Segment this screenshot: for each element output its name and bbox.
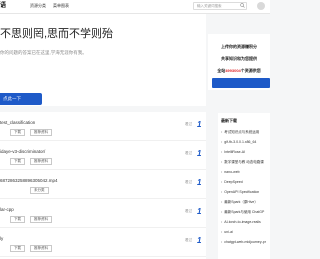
tag-recommended[interactable]: 推荐资料: [30, 216, 52, 223]
nav-item-menu-chart[interactable]: 菜单图表: [53, 3, 69, 9]
list-item-count: 1: [197, 207, 202, 216]
list-item-view-label: 看过: [185, 238, 192, 242]
list-item-count: 1: [197, 236, 202, 245]
upload-promo-box: 上传你的资源赚积分 共享知识和为您提供 全站4993004个资源供您: [208, 34, 270, 90]
list-item-title[interactable]: ly: [0, 236, 3, 241]
latest-item[interactable]: 最新Spark（原Hive）: [221, 200, 258, 205]
list-item-title[interactable]: 6872863258896305042.mp4: [0, 178, 58, 183]
search-icon[interactable]: [240, 3, 245, 8]
list-item-view-label: 看过: [185, 209, 192, 213]
list-item-title[interactable]: lar-cpp: [0, 207, 14, 212]
promo-count: 4993004: [225, 68, 241, 73]
list-item-count: 1: [197, 178, 202, 187]
latest-item[interactable]: IntelliRose-AI: [221, 150, 245, 154]
list-item[interactable]: ly 下载 推荐资料 看过 1: [0, 228, 206, 257]
latest-downloads-panel: 最新下载 考试知识点与系统运用 gif-fb-3.0.0.1.x86_64 In…: [218, 113, 270, 259]
tag-download[interactable]: 下载: [10, 158, 25, 165]
list-item[interactable]: 6872863258896305042.mp4 未分类 看过 1: [0, 170, 206, 199]
latest-item[interactable]: 最新Spark与使用 ChatGP: [221, 210, 264, 215]
tag-recommended[interactable]: 推荐资料: [30, 129, 52, 136]
list-item[interactable]: test_classification 下载 推荐资料 看过 1: [0, 112, 206, 141]
promo-suffix: 个资源供您: [240, 68, 261, 73]
latest-item[interactable]: chatgpt-web-midjourney-pr: [221, 240, 266, 244]
tag-download[interactable]: 下载: [10, 216, 25, 223]
tag-recommended[interactable]: 推荐资料: [30, 245, 52, 252]
latest-item[interactable]: 数字课堂与教 动态电路课: [221, 160, 263, 165]
list-item-view-label: 看过: [185, 122, 192, 126]
list-item-count: 1: [197, 149, 202, 158]
hero-title: 不思则罔,思而不学则殆: [0, 28, 114, 40]
promo-prefix: 全站: [217, 68, 226, 73]
tag-download[interactable]: 下载: [10, 245, 25, 252]
user-avatar-icon[interactable]: [257, 2, 265, 10]
list-item-view-label: 看过: [185, 180, 192, 184]
page: 语 资源分类 菜单图表 输入关键词搜索 不思则罔,思而不学则殆 你的问题的答案已…: [0, 0, 270, 259]
hero-action-button[interactable]: 点此一下: [0, 93, 42, 105]
latest-item[interactable]: DeepSpeed: [221, 180, 243, 184]
hero-banner: 不思则罔,思而不学则殆 你的问题的答案已在这里,学海无涯你有我。 点此一下: [0, 14, 206, 106]
panel-title: 最新下载: [221, 118, 237, 123]
tag-recommended[interactable]: 推荐资料: [30, 158, 52, 165]
resource-list: test_classification 下载 推荐资料 看过 1 idaye-v…: [0, 112, 206, 259]
latest-item[interactable]: nano-web: [221, 170, 239, 174]
nav-item-resource-category[interactable]: 资源分类: [30, 3, 46, 9]
list-item-count: 1: [197, 120, 202, 129]
hero-subtitle: 你的问题的答案已在这里,学海无涯你有我。: [0, 50, 87, 55]
list-item-view-label: 看过: [185, 151, 192, 155]
upload-button[interactable]: [212, 78, 270, 88]
top-navigation-bar: 语 资源分类 菜单图表 输入关键词搜索: [0, 0, 270, 14]
promo-line-2: 共享知识和为您提供: [221, 56, 257, 61]
latest-item[interactable]: uni-ai: [221, 230, 233, 234]
latest-item[interactable]: AI-torch-to-image-realis: [221, 220, 261, 224]
list-item[interactable]: lar-cpp 下载 推荐资料 看过 1: [0, 199, 206, 228]
tag-uncategorized[interactable]: 未分类: [30, 187, 49, 194]
latest-item[interactable]: 考试知识点与系统运用: [221, 130, 259, 135]
promo-line-1: 上传你的资源赚积分: [221, 44, 257, 49]
search-input[interactable]: 输入关键词搜索: [193, 2, 247, 10]
latest-item[interactable]: gif-fb-3.0.0.1.x86_64: [221, 140, 256, 144]
list-item-title[interactable]: idaye-v3-discriminator/: [0, 149, 45, 154]
latest-item[interactable]: OpenAPI Specification: [221, 190, 259, 194]
tag-download[interactable]: 下载: [10, 129, 25, 136]
site-logo[interactable]: 语: [0, 2, 10, 11]
list-item-title[interactable]: test_classification: [0, 120, 35, 125]
promo-line-3: 全站4993004个资源供您: [208, 68, 270, 74]
list-item[interactable]: idaye-v3-discriminator/ 下载 推荐资料 看过 1: [0, 141, 206, 170]
